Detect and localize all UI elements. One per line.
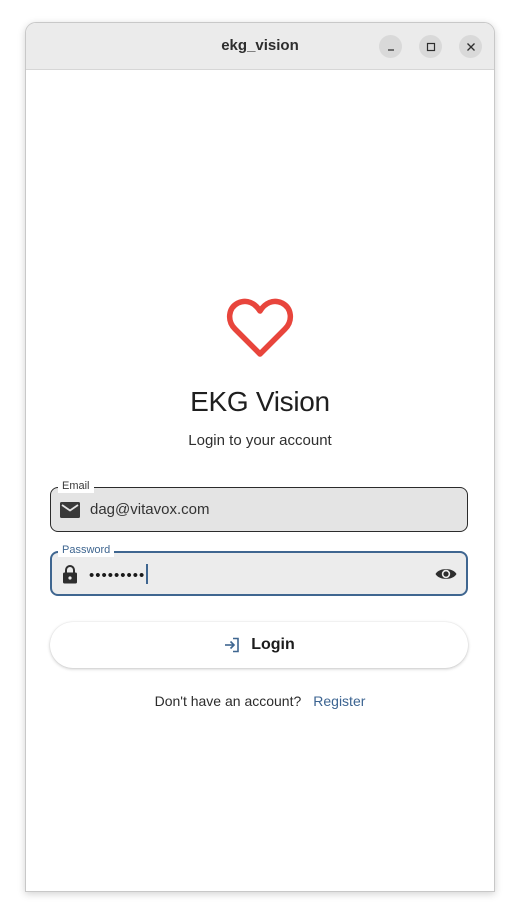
lock-icon bbox=[63, 565, 77, 584]
email-field[interactable]: Email dag@vitavox.com bbox=[50, 479, 468, 532]
login-button[interactable]: Login bbox=[50, 622, 468, 668]
close-icon bbox=[466, 42, 475, 51]
register-link[interactable]: Register bbox=[313, 693, 365, 709]
mail-icon bbox=[60, 502, 80, 518]
minimize-button[interactable] bbox=[379, 35, 402, 58]
maximize-icon bbox=[426, 42, 435, 51]
heart-icon bbox=[227, 298, 293, 357]
minimize-icon bbox=[387, 48, 394, 51]
password-field[interactable]: Password ••••••••• bbox=[50, 543, 468, 596]
password-value: ••••••••• bbox=[89, 564, 149, 584]
register-prompt: Don't have an account? bbox=[154, 693, 302, 709]
title-bar[interactable]: ekg_vision bbox=[26, 23, 494, 70]
email-value: dag@vitavox.com bbox=[90, 501, 210, 518]
close-button[interactable] bbox=[459, 35, 482, 58]
app-window: ekg_vision EKG Vision Login to your acco… bbox=[25, 22, 495, 892]
password-dots: ••••••••• bbox=[89, 567, 146, 584]
login-subtitle: Login to your account bbox=[188, 432, 332, 449]
text-caret bbox=[146, 564, 149, 584]
maximize-button[interactable] bbox=[419, 35, 442, 58]
eye-icon[interactable] bbox=[434, 563, 458, 585]
app-name: EKG Vision bbox=[190, 386, 330, 417]
password-label: Password bbox=[58, 543, 115, 557]
login-icon bbox=[225, 637, 240, 653]
email-label: Email bbox=[58, 479, 94, 493]
login-label: Login bbox=[251, 636, 295, 653]
login-page: EKG Vision Login to your account Email d… bbox=[26, 70, 494, 891]
register-row: Don't have an account? Register bbox=[26, 693, 494, 709]
